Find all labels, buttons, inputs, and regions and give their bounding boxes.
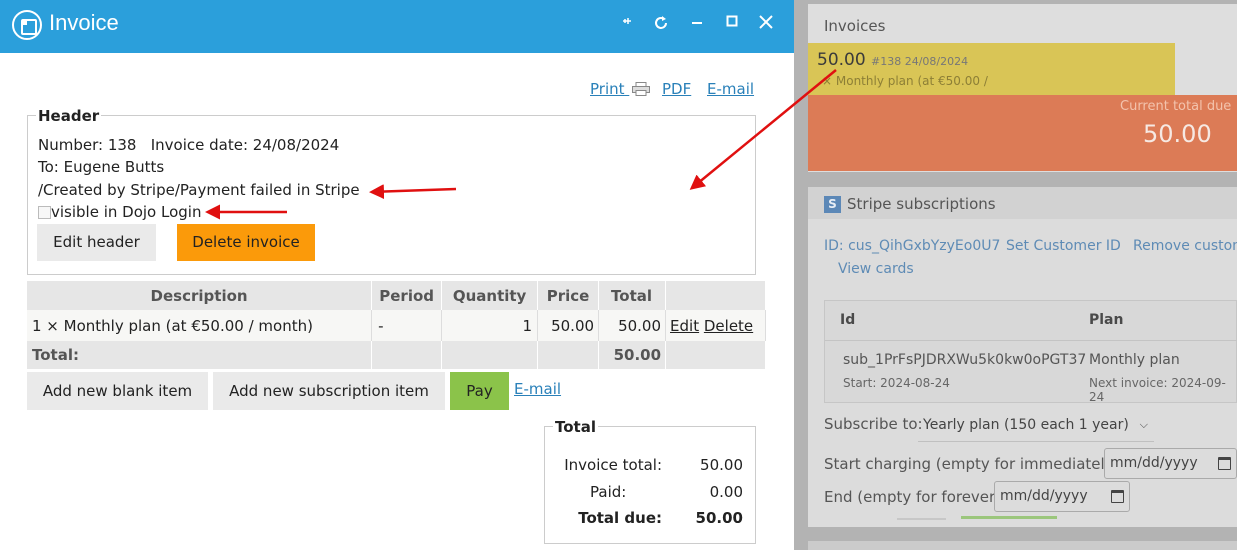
invoice-dialog: Invoice Print PDF E-mail Header Number: …	[0, 0, 794, 550]
view-cards-link[interactable]: View cards	[838, 261, 914, 277]
stripe-card-title: Stripe subscriptions	[847, 195, 996, 213]
paid-row: Paid: 0.00	[560, 483, 743, 501]
total-empty-actions	[665, 341, 766, 369]
column-header-actions	[665, 281, 766, 310]
delete-item-link[interactable]: Delete	[704, 317, 753, 335]
header-legend: Header	[36, 107, 102, 125]
invoice-number-date: Number: 138 Invoice date: 24/08/2024	[38, 136, 340, 154]
item-total: 50.00	[598, 310, 667, 341]
totals-legend: Total	[553, 418, 598, 436]
total-empty-period	[371, 341, 443, 369]
tab-indicator-active	[961, 516, 1057, 519]
refresh-icon[interactable]	[650, 13, 672, 37]
paid-label: Paid:	[590, 483, 627, 501]
column-header-total: Total	[598, 281, 667, 310]
remove-customer-link[interactable]: Remove customer	[1133, 238, 1237, 254]
minimize-icon[interactable]	[686, 13, 708, 37]
visible-in-login-checkbox[interactable]	[38, 205, 51, 219]
subscribe-to-label: Subscribe to:	[824, 415, 923, 433]
invoice-bar-meta: #138 24/08/2024	[871, 55, 969, 68]
invoice-items-table: Description Period Quantity Price Total …	[27, 281, 766, 369]
print-link-label: Print	[590, 80, 625, 98]
pin-icon[interactable]	[616, 13, 638, 37]
edit-header-button[interactable]: Edit header	[37, 224, 156, 261]
invoice-note: /Created by Stripe/Payment failed in Str…	[38, 181, 360, 199]
column-header-price: Price	[537, 281, 600, 310]
pdf-link[interactable]: PDF	[662, 80, 691, 98]
total-due-row: Total due: 50.00	[560, 509, 743, 527]
calendar-icon[interactable]	[1111, 490, 1124, 503]
invoice-total-value: 50.00	[700, 456, 743, 474]
table-total-row: Total: 50.00	[27, 341, 766, 369]
email-link[interactable]: E-mail	[707, 80, 754, 98]
calendar-icon[interactable]	[1218, 457, 1231, 470]
printer-icon	[632, 82, 651, 96]
total-label: Total:	[27, 341, 373, 369]
pay-button[interactable]: Pay	[450, 372, 509, 410]
total-due-label: Total due:	[578, 509, 662, 527]
chevron-down-icon: ⌵	[1139, 418, 1148, 431]
delete-invoice-button[interactable]: Delete invoice	[177, 224, 315, 261]
subscriptions-column-id: Id	[840, 312, 856, 328]
title-bar: Invoice	[0, 0, 794, 53]
end-date-placeholder: mm/dd/yyyy	[1000, 488, 1088, 504]
add-blank-item-button[interactable]: Add new blank item	[27, 372, 208, 410]
end-date-input[interactable]: mm/dd/yyyy	[994, 481, 1130, 512]
current-due-label: Current total due	[1120, 99, 1232, 114]
current-due-value: 50.00	[1143, 120, 1212, 148]
table-header-row: Description Period Quantity Price Total	[27, 281, 766, 310]
start-charging-label: Start charging (empty for immediately):	[824, 455, 1125, 473]
tab-indicator-inactive	[897, 518, 946, 520]
item-price: 50.00	[537, 310, 600, 341]
subscriptions-column-plan: Plan	[1089, 312, 1124, 328]
item-actions: Edit Delete	[665, 310, 766, 341]
paid-value: 0.00	[709, 483, 743, 501]
total-due-value: 50.00	[695, 509, 743, 527]
invoice-bar-description: × Monthly plan (at €50.00 /	[822, 74, 988, 88]
subscription-plan: Monthly plan	[1089, 352, 1180, 368]
invoice-recipient: To: Eugene Butts	[38, 158, 165, 176]
print-link[interactable]: Print	[590, 80, 651, 98]
invoice-app-icon	[12, 10, 42, 40]
item-description: 1 × Monthly plan (at €50.00 / month)	[27, 310, 373, 341]
add-subscription-item-button[interactable]: Add new subscription item	[213, 372, 445, 410]
edit-item-link[interactable]: Edit	[670, 317, 699, 335]
visible-in-login-row: visible in Dojo Login	[38, 203, 201, 221]
end-date-label: End (empty for forever):	[824, 488, 1007, 506]
customer-id-link[interactable]: ID: cus_QihGxbYzyEo0U7	[824, 238, 1000, 254]
stripe-logo-icon: S	[824, 196, 841, 213]
column-header-description: Description	[27, 281, 373, 310]
item-period: -	[371, 310, 443, 341]
subscriptions-divider	[825, 340, 1237, 341]
start-date-placeholder: mm/dd/yyyy	[1110, 455, 1198, 471]
email-link-bottom[interactable]: E-mail	[514, 380, 561, 398]
table-row: 1 × Monthly plan (at €50.00 / month) - 1…	[27, 310, 766, 341]
subscription-next-invoice: Next invoice: 2024-09-24	[1089, 376, 1226, 404]
invoice-bar-amount: 50.00	[817, 50, 866, 70]
start-date-input[interactable]: mm/dd/yyyy	[1104, 448, 1237, 479]
set-customer-id-link[interactable]: Set Customer ID	[1006, 238, 1121, 254]
invoice-total-row: Invoice total: 50.00	[560, 456, 743, 474]
item-quantity: 1	[441, 310, 539, 341]
column-header-period: Period	[371, 281, 443, 310]
visible-in-login-label: visible in Dojo Login	[51, 203, 202, 221]
invoice-total-label: Invoice total:	[564, 456, 662, 474]
column-header-quantity: Quantity	[441, 281, 539, 310]
subscribe-plan-value: Yearly plan (150 each 1 year)	[923, 417, 1129, 433]
total-empty-price	[537, 341, 600, 369]
total-value: 50.00	[598, 341, 667, 369]
subscribe-plan-select[interactable]: Yearly plan (150 each 1 year) ⌵	[918, 410, 1154, 442]
dialog-title: Invoice	[49, 10, 119, 35]
maximize-icon[interactable]	[721, 13, 743, 37]
total-empty-qty	[441, 341, 539, 369]
subscription-id: sub_1PrFsPJDRXWu5k0kw0oPGT37	[843, 352, 1087, 368]
close-icon[interactable]	[755, 13, 777, 37]
subscription-start: Start: 2024-08-24	[843, 376, 950, 390]
invoices-card-title: Invoices	[824, 17, 886, 35]
next-card-edge	[808, 541, 1237, 550]
